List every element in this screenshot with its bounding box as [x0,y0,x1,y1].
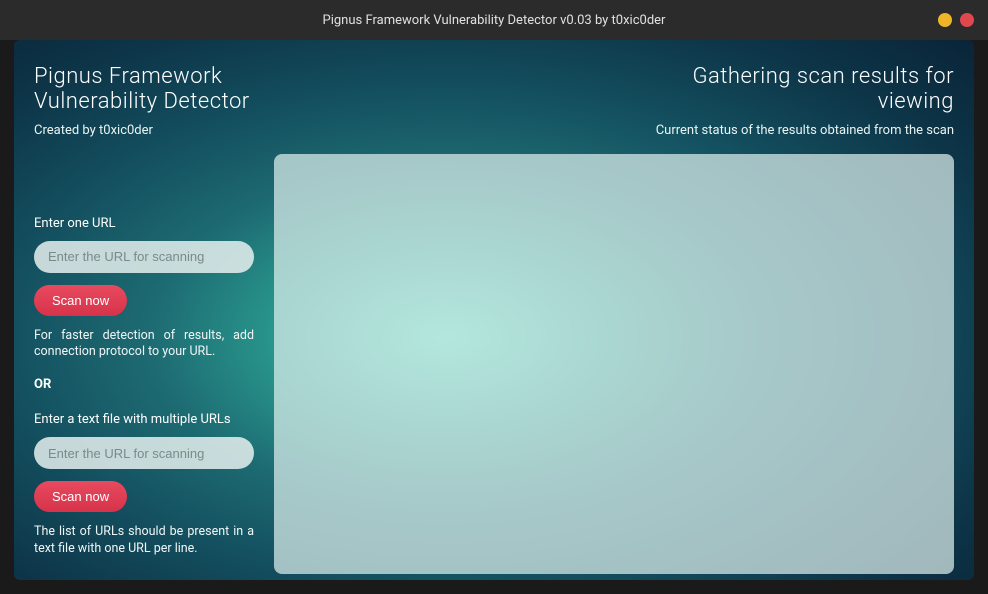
multi-url-label: Enter a text file with multiple URLs [34,412,254,427]
results-panel [274,154,954,575]
header-right: Gathering scan results for viewing Curre… [634,64,954,138]
header: Pignus Framework Vulnerability Detector … [14,40,974,154]
single-url-help: For faster detection of results, add con… [34,328,254,362]
multi-url-input[interactable] [34,437,254,469]
app-title: Pignus Framework Vulnerability Detector [34,64,294,115]
sidebar: Enter one URL Scan now For faster detect… [34,154,254,575]
header-left: Pignus Framework Vulnerability Detector … [34,64,294,138]
minimize-icon[interactable] [938,13,952,27]
window-titlebar: Pignus Framework Vulnerability Detector … [0,0,988,40]
close-icon[interactable] [960,13,974,27]
single-url-input[interactable] [34,241,254,273]
window-title: Pignus Framework Vulnerability Detector … [323,13,666,28]
single-url-label: Enter one URL [34,216,254,231]
scan-single-button[interactable]: Scan now [34,285,127,316]
or-divider: OR [34,377,254,392]
app-window: Pignus Framework Vulnerability Detector … [14,40,974,580]
scan-multi-button[interactable]: Scan now [34,481,127,512]
window-controls [938,13,974,27]
multi-url-help: The list of URLs should be present in a … [34,524,254,558]
status-title: Gathering scan results for viewing [634,64,954,115]
status-subtitle: Current status of the results obtained f… [634,123,954,138]
app-author: Created by t0xic0der [34,123,294,138]
content: Enter one URL Scan now For faster detect… [14,154,974,580]
